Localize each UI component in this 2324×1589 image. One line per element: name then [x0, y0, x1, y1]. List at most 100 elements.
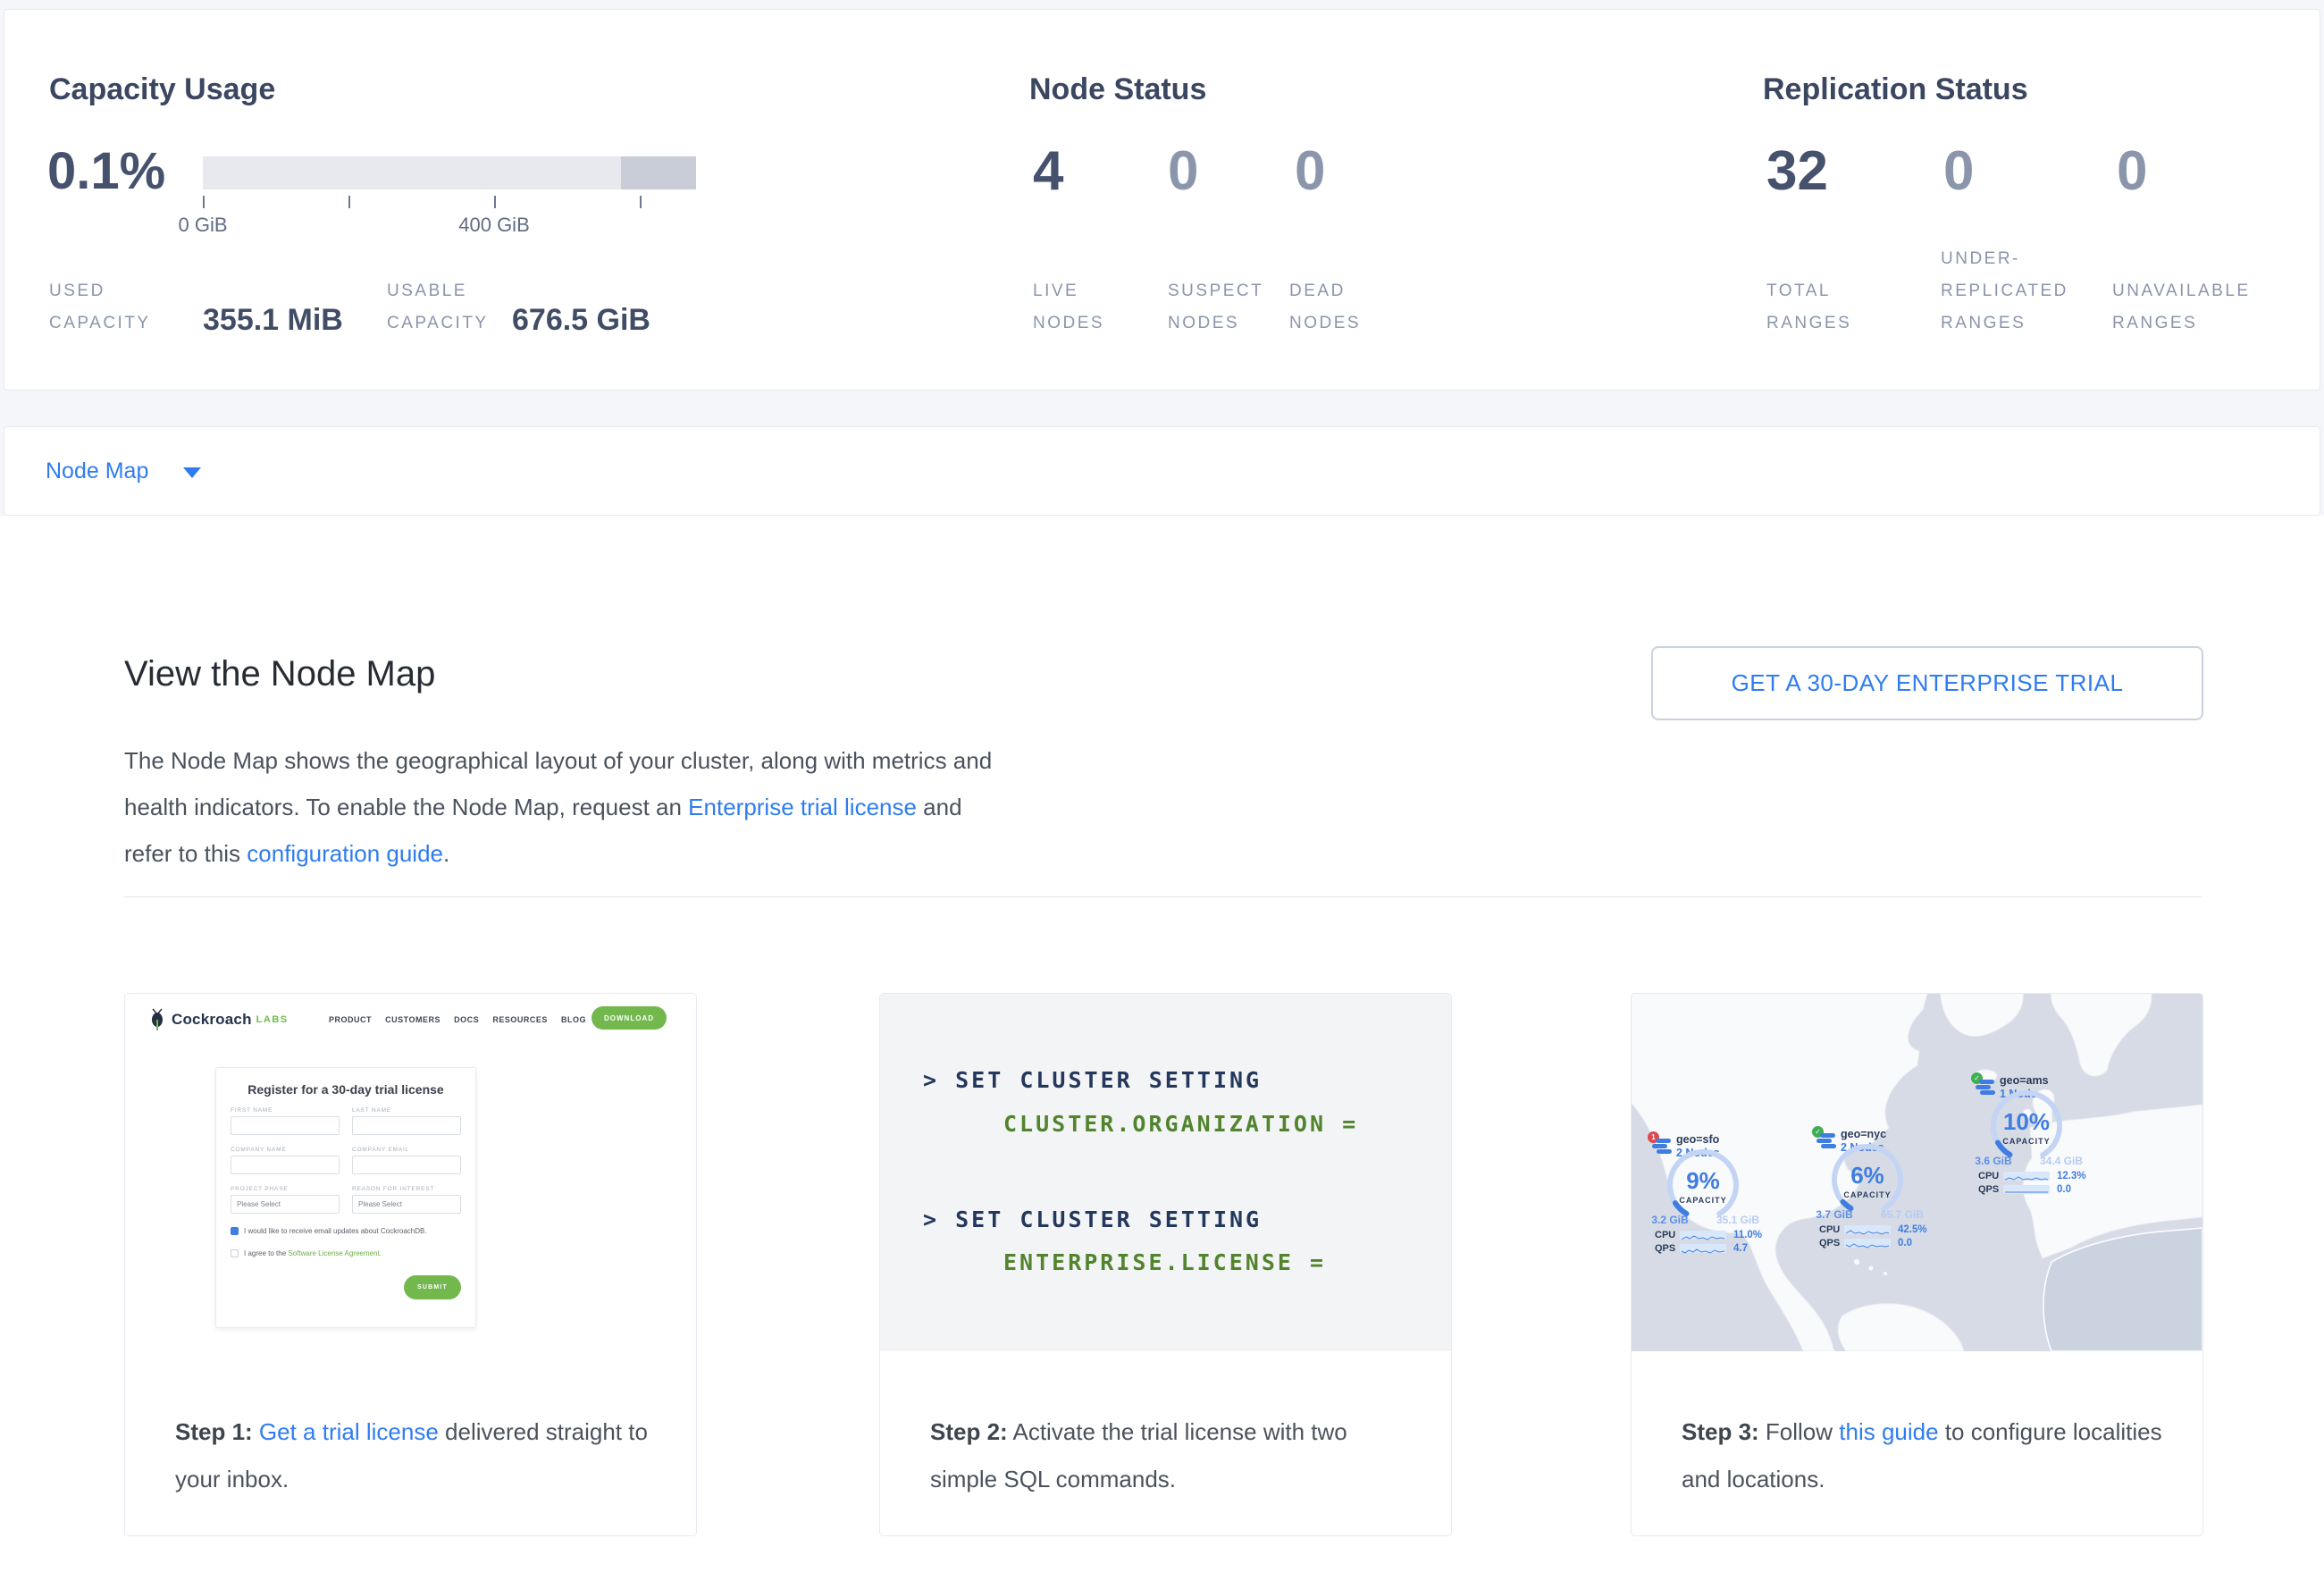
locality-name: geo=ams: [2000, 1074, 2049, 1087]
step3-prefix: Step 3:: [1682, 1418, 1759, 1445]
axis-tick: [348, 196, 350, 208]
enterprise-trial-button[interactable]: GET A 30-DAY ENTERPRISE TRIAL: [1651, 646, 2203, 720]
qps-sparkline: [1680, 1244, 1726, 1253]
capacity-label: CAPACITY: [1830, 1190, 1905, 1199]
checkbox-label: I would like to receive email updates ab…: [244, 1227, 427, 1235]
capacity-total-value: 34.4 GiB: [2030, 1155, 2093, 1167]
node-map-view-toggle[interactable]: Node Map: [4, 426, 2320, 516]
logo-wordmark: Cockroach: [172, 1011, 252, 1029]
capacity-label: CAPACITY: [1665, 1196, 1741, 1205]
used-capacity-value: 355.1 MiB: [203, 303, 343, 338]
live-nodes-label: LIVE NODES: [1033, 275, 1149, 340]
usable-capacity-value: 676.5 GiB: [512, 303, 650, 338]
cpu-label: CPU: [1978, 1171, 1999, 1181]
logo-labs: LABS: [256, 1014, 289, 1025]
sql-setting-line: ENTERPRISE.LICENSE =: [1003, 1249, 1326, 1275]
cluster-overview-page: Capacity Usage 0.1% 0 GiB 400 GiB USED C…: [0, 0, 2324, 1589]
cpu-sparkline: [2003, 1172, 2050, 1181]
axis-label-0: 0 GiB: [167, 214, 239, 237]
form-title: Register for a 30-day trial license: [216, 1082, 475, 1097]
suspect-nodes-count: 0: [1168, 144, 1198, 199]
sql-commands-panel: > SET CLUSTER SETTING CLUSTER.ORGANIZATI…: [880, 994, 1451, 1350]
locality-name: geo=sfo: [1676, 1133, 1719, 1146]
trial-license-form: Register for a 30-day trial license FIRS…: [215, 1067, 476, 1328]
capacity-usage-title: Capacity Usage: [49, 72, 275, 107]
cockroach-bug-icon: [149, 1008, 165, 1031]
company-name-input: [231, 1156, 340, 1174]
capacity-used-value: 3.6 GiB: [1966, 1155, 2021, 1167]
step3-text: Follow: [1759, 1418, 1840, 1445]
cpu-value: 42.5%: [1898, 1224, 1927, 1235]
locality-sfo: 1 geo=sfo 2 Nodes 9% CAPACITY 3.2 GiB 35…: [1648, 1115, 1794, 1262]
axis-tick: [203, 196, 205, 208]
step1-caption: Step 1: Get a trial license delivered st…: [175, 1408, 658, 1503]
cpu-value: 11.0%: [1733, 1230, 1762, 1240]
site-nav: PRODUCT CUSTOMERS DOCS RESOURCES BLOG: [329, 1015, 586, 1024]
dead-nodes-count: 0: [1295, 144, 1325, 199]
checkbox-unchecked-icon: [231, 1249, 239, 1257]
email-updates-checkbox-row: I would like to receive email updates ab…: [231, 1227, 427, 1235]
step1-prefix: Step 1:: [175, 1418, 253, 1445]
sql-prompt-line: > SET CLUSTER SETTING: [923, 1206, 1262, 1232]
field-label: PROJECT PHASE: [231, 1186, 340, 1192]
capacity-used-percent: 0.1%: [47, 146, 165, 198]
section-title: View the Node Map: [124, 654, 435, 694]
get-trial-license-link[interactable]: Get a trial license: [259, 1418, 439, 1445]
cpu-value: 12.3%: [2057, 1171, 2086, 1181]
first-name-input: [231, 1116, 340, 1135]
capacity-bar: [203, 156, 696, 189]
axis-tick: [494, 196, 496, 208]
qps-sparkline: [2003, 1185, 2050, 1194]
capacity-used-value: 3.2 GiB: [1642, 1214, 1698, 1226]
qps-value: 4.7: [1733, 1243, 1748, 1254]
node-map-preview: 1 geo=sfo 2 Nodes 9% CAPACITY 3.2 GiB 35…: [1632, 994, 2202, 1351]
enterprise-trial-license-link[interactable]: Enterprise trial license: [688, 794, 917, 820]
description-text: .: [443, 840, 449, 867]
node-status-title: Node Status: [1029, 72, 1206, 107]
step3-card: 1 geo=sfo 2 Nodes 9% CAPACITY 3.2 GiB 35…: [1631, 993, 2203, 1536]
qps-sparkline: [1844, 1239, 1891, 1248]
chevron-down-icon: [183, 467, 201, 478]
qps-label: QPS: [1978, 1184, 1999, 1195]
total-ranges-count: 32: [1766, 144, 1828, 199]
used-capacity-label: USED CAPACITY: [49, 275, 206, 340]
node-map-toggle-label[interactable]: Node Map: [46, 427, 148, 515]
unavailable-count: 0: [2117, 144, 2147, 199]
project-phase-select: Please Select: [231, 1195, 340, 1214]
nav-item: CUSTOMERS: [385, 1015, 440, 1024]
license-agreement-link: Software License Agreement.: [288, 1249, 382, 1257]
cpu-sparkline: [1680, 1231, 1726, 1240]
reason-select: Please Select: [352, 1195, 461, 1214]
capacity-percent: 10%: [1989, 1108, 2064, 1136]
field-label: COMPANY EMAIL: [352, 1147, 461, 1153]
capacity-total-value: 35.1 GiB: [1707, 1214, 1769, 1226]
axis-label-400: 400 GiB: [445, 214, 543, 237]
locality-name: geo=nyc: [1841, 1128, 1886, 1140]
capacity-label: CAPACITY: [1989, 1137, 2064, 1146]
this-guide-link[interactable]: this guide: [1839, 1418, 1938, 1445]
live-nodes-count: 4: [1033, 144, 1063, 199]
capacity-used-value: 3.7 GiB: [1807, 1208, 1862, 1221]
axis-tick: [640, 196, 642, 208]
nav-item: BLOG: [561, 1015, 586, 1024]
step2-caption: Step 2: Activate the trial license with …: [930, 1408, 1413, 1503]
qps-label: QPS: [1819, 1238, 1840, 1248]
checkbox-label: I agree to the Software License Agreemen…: [244, 1249, 382, 1257]
company-email-input: [352, 1156, 461, 1174]
step1-card: Cockroach LABS PRODUCT CUSTOMERS DOCS RE…: [124, 993, 697, 1536]
step2-prefix: Step 2:: [930, 1418, 1008, 1445]
field-label: LAST NAME: [352, 1107, 461, 1114]
capacity-percent: 6%: [1830, 1162, 1905, 1190]
license-agreement-checkbox-row: I agree to the Software License Agreemen…: [231, 1249, 382, 1257]
divider: [124, 896, 2202, 897]
suspect-nodes-label: SUSPECT NODES: [1168, 275, 1288, 340]
locality-ams: ✓ geo=ams 1 Node 10% CAPACITY 3.6 GiB 34…: [1971, 1056, 2118, 1203]
replication-status-title: Replication Status: [1763, 72, 2028, 107]
nav-item: PRODUCT: [329, 1015, 372, 1024]
capacity-total-value: 65.7 GiB: [1871, 1208, 1934, 1221]
field-label: REASON FOR INTEREST: [352, 1186, 461, 1192]
configuration-guide-link[interactable]: configuration guide: [247, 840, 443, 867]
field-label: COMPANY NAME: [231, 1147, 340, 1153]
checkbox-checked-icon: [231, 1227, 239, 1235]
qps-label: QPS: [1655, 1243, 1675, 1254]
